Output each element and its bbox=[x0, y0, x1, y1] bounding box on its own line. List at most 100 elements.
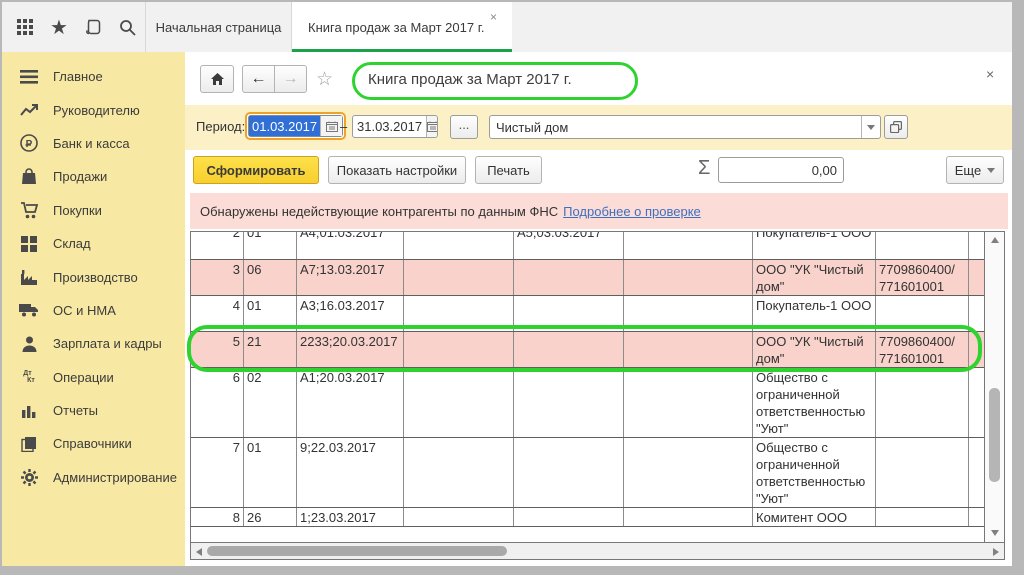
table-cell[interactable]: 8 bbox=[191, 508, 244, 526]
organization-open-button[interactable] bbox=[884, 115, 908, 139]
table-cell[interactable] bbox=[624, 332, 753, 367]
sidebar-item-3[interactable]: PБанк и касса bbox=[2, 127, 185, 160]
table-cell[interactable]: Покупатель-1 ООО bbox=[753, 232, 876, 260]
scroll-right-icon[interactable] bbox=[993, 548, 999, 556]
sidebar-item-1[interactable]: Главное bbox=[2, 60, 185, 93]
table-cell[interactable] bbox=[514, 260, 624, 295]
fns-warning-link[interactable]: Подробнее о проверке bbox=[563, 204, 701, 219]
search-icon[interactable] bbox=[114, 14, 140, 40]
table-cell[interactable] bbox=[404, 260, 514, 295]
apps-grid-icon[interactable] bbox=[12, 14, 38, 40]
table-cell[interactable] bbox=[624, 438, 753, 507]
home-button[interactable] bbox=[200, 65, 234, 93]
print-button[interactable]: Печать bbox=[475, 156, 542, 184]
table-cell[interactable] bbox=[969, 260, 983, 295]
organization-combobox[interactable]: Чистый дом bbox=[489, 115, 881, 139]
horizontal-scroll-thumb[interactable] bbox=[207, 546, 507, 556]
table-cell[interactable]: 6 bbox=[191, 368, 244, 437]
table-cell[interactable] bbox=[969, 332, 983, 367]
table-row[interactable]: 8261;23.03.2017Комитент ООО bbox=[191, 508, 984, 527]
table-cell[interactable]: 4 bbox=[191, 296, 244, 331]
table-cell[interactable]: Покупатель-1 ООО bbox=[753, 296, 876, 331]
generate-button[interactable]: Сформировать bbox=[193, 156, 319, 184]
table-cell[interactable]: 01 bbox=[244, 232, 297, 260]
table-cell[interactable]: Общество с ограниченной ответственностью… bbox=[753, 368, 876, 437]
calendar-icon[interactable] bbox=[426, 116, 438, 137]
table-cell[interactable]: 06 bbox=[244, 260, 297, 295]
table-cell[interactable]: А5;03.03.2017 bbox=[514, 232, 624, 260]
horizontal-scrollbar[interactable] bbox=[191, 542, 1004, 559]
table-cell[interactable] bbox=[514, 508, 624, 526]
scroll-down-icon[interactable] bbox=[991, 530, 999, 536]
tab-sales-book[interactable]: Книга продаж за Март 2017 г. bbox=[292, 2, 512, 52]
sidebar-item-6[interactable]: Склад bbox=[2, 227, 185, 260]
table-cell[interactable] bbox=[514, 332, 624, 367]
table-cell[interactable]: А7;13.03.2017 bbox=[297, 260, 404, 295]
table-cell[interactable]: 5 bbox=[191, 332, 244, 367]
table-cell[interactable]: 7 bbox=[191, 438, 244, 507]
history-icon[interactable] bbox=[80, 14, 106, 40]
scroll-left-icon[interactable] bbox=[196, 548, 202, 556]
table-cell[interactable] bbox=[404, 232, 514, 260]
table-cell[interactable]: А1;20.03.2017 bbox=[297, 368, 404, 437]
table-cell[interactable] bbox=[404, 368, 514, 437]
table-cell[interactable] bbox=[876, 232, 969, 260]
table-cell[interactable]: ООО "УК "Чистый дом" bbox=[753, 260, 876, 295]
table-cell[interactable] bbox=[514, 438, 624, 507]
table-cell[interactable] bbox=[404, 438, 514, 507]
table-cell[interactable] bbox=[514, 368, 624, 437]
sidebar-item-7[interactable]: Производство bbox=[2, 260, 185, 293]
favorites-star-icon[interactable]: ★ bbox=[46, 14, 72, 40]
table-row[interactable]: 401А3;16.03.2017Покупатель-1 ООО bbox=[191, 296, 984, 332]
vertical-scrollbar[interactable] bbox=[984, 232, 1004, 542]
period-options-button[interactable]: ... bbox=[450, 115, 478, 139]
table-cell[interactable]: А3;16.03.2017 bbox=[297, 296, 404, 331]
table-cell[interactable]: 7709860400/ 771601001 bbox=[876, 332, 969, 367]
show-settings-button[interactable]: Показать настройки bbox=[328, 156, 466, 184]
table-row[interactable]: 7019;22.03.2017 Общество с ограниченной о… bbox=[191, 438, 984, 508]
more-button[interactable]: Еще bbox=[946, 156, 1004, 184]
total-input[interactable]: 0,00 bbox=[718, 157, 844, 183]
sidebar-item-12[interactable]: Справочники bbox=[2, 427, 185, 460]
table-row[interactable]: 5212233;20.03.2017ООО "УК "Чистый дом"77… bbox=[191, 332, 984, 368]
table-cell[interactable] bbox=[624, 508, 753, 526]
table-cell[interactable]: А4;01.03.2017 bbox=[297, 232, 404, 260]
table-cell[interactable] bbox=[969, 296, 983, 331]
date-to-input[interactable]: 31.03.2017 bbox=[352, 115, 438, 138]
table-cell[interactable]: 02 bbox=[244, 368, 297, 437]
tab-close-icon[interactable]: × bbox=[490, 10, 497, 24]
sidebar-item-10[interactable]: Дт КтОперации bbox=[2, 361, 185, 394]
table-cell[interactable] bbox=[514, 296, 624, 331]
table-cell[interactable]: 01 bbox=[244, 438, 297, 507]
table-row[interactable]: 602А1;20.03.2017 Общество с ограниченной … bbox=[191, 368, 984, 438]
table-cell[interactable]: 9;22.03.2017 bbox=[297, 438, 404, 507]
table-cell[interactable] bbox=[969, 368, 983, 437]
table-cell[interactable]: Комитент ООО bbox=[753, 508, 876, 526]
back-button[interactable]: ← bbox=[242, 65, 275, 93]
table-cell[interactable] bbox=[624, 232, 753, 260]
sidebar-item-4[interactable]: Продажи bbox=[2, 160, 185, 193]
table-cell[interactable] bbox=[876, 508, 969, 526]
favorite-star-icon[interactable]: ☆ bbox=[316, 68, 333, 91]
scroll-up-icon[interactable] bbox=[991, 237, 999, 243]
date-from-input[interactable]: 01.03.2017 bbox=[248, 115, 343, 137]
table-cell[interactable]: 2 bbox=[191, 232, 244, 260]
table-cell[interactable]: 2233;20.03.2017 bbox=[297, 332, 404, 367]
table-cell[interactable] bbox=[624, 260, 753, 295]
table-cell[interactable]: ООО "УК "Чистый дом" bbox=[753, 332, 876, 367]
table-cell[interactable]: Общество с ограниченной ответственностью… bbox=[753, 438, 876, 507]
sidebar-item-2[interactable]: Руководителю bbox=[2, 93, 185, 126]
table-cell[interactable] bbox=[404, 296, 514, 331]
table-cell[interactable] bbox=[876, 368, 969, 437]
sidebar-item-5[interactable]: Покупки bbox=[2, 194, 185, 227]
vertical-scroll-thumb[interactable] bbox=[989, 388, 1000, 482]
forward-button[interactable]: → bbox=[274, 65, 307, 93]
calendar-icon[interactable] bbox=[320, 116, 342, 136]
table-cell[interactable] bbox=[404, 332, 514, 367]
table-cell[interactable]: 1;23.03.2017 bbox=[297, 508, 404, 526]
table-row[interactable]: 201А4;01.03.2017 А5;03.03.2017 Покупатель-… bbox=[191, 232, 984, 260]
sidebar-item-13[interactable]: Администрирование bbox=[2, 461, 185, 494]
table-cell[interactable]: 3 bbox=[191, 260, 244, 295]
table-cell[interactable] bbox=[876, 438, 969, 507]
table-cell[interactable] bbox=[624, 296, 753, 331]
